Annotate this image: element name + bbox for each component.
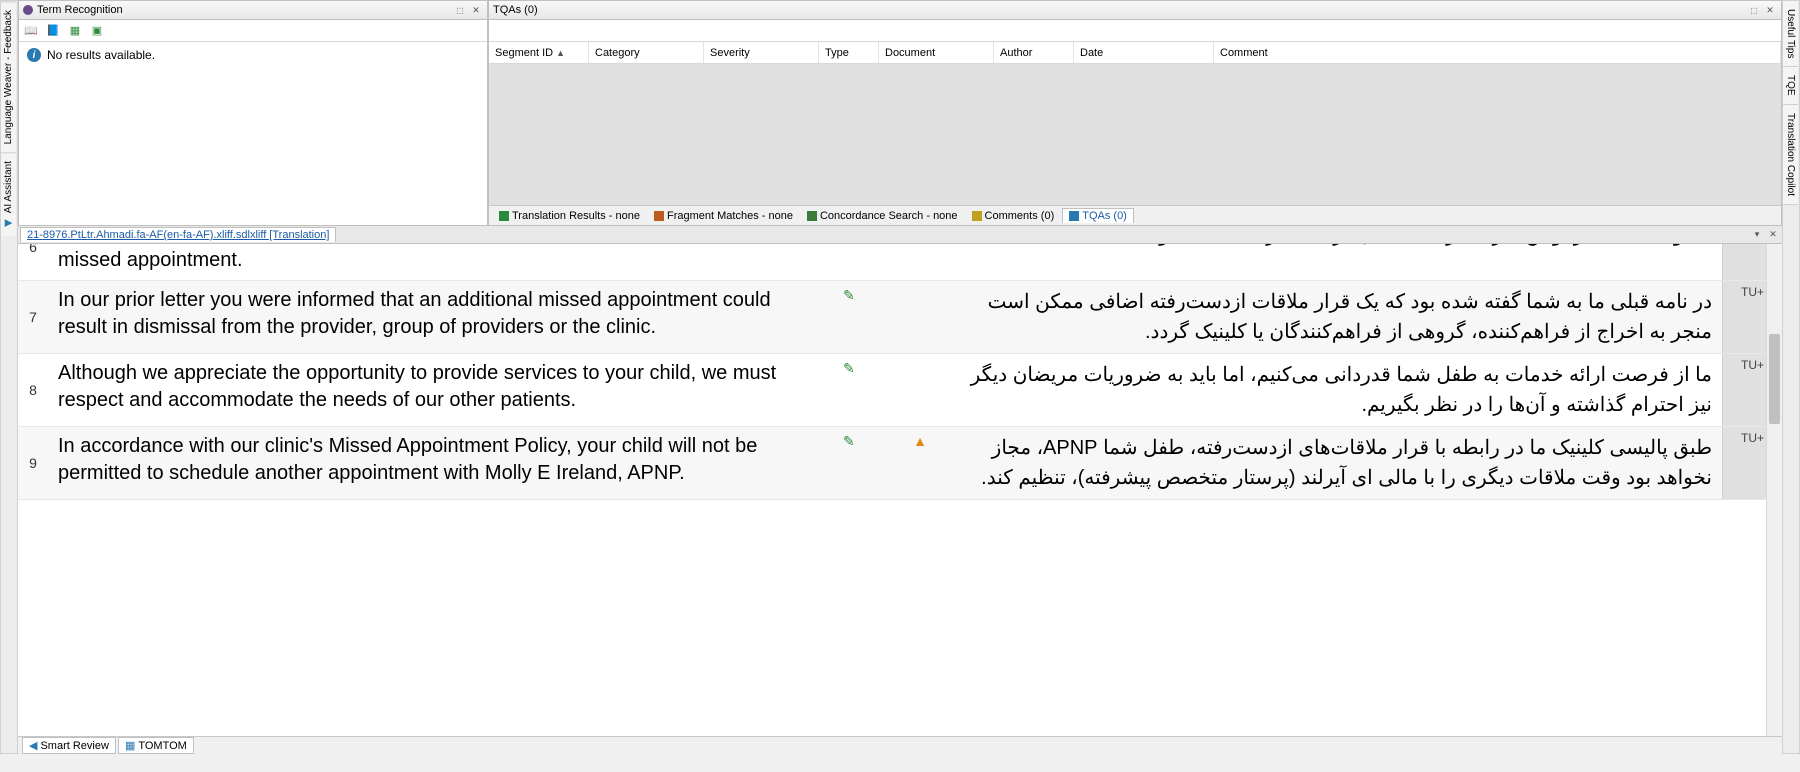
segment-status: ✎	[835, 281, 935, 353]
doc-close-icon[interactable]: ✕	[1766, 228, 1780, 242]
side-tab-ai-assistant[interactable]: ◀AI Assistant	[1, 152, 16, 236]
segment-number: 8	[18, 354, 48, 426]
tqa-panel-title: TQAs (0)	[493, 4, 1745, 16]
result-tab[interactable]: Translation Results - none	[493, 209, 646, 223]
tqa-grid-body[interactable]	[489, 64, 1781, 205]
tab-color-icon	[654, 211, 664, 221]
result-tab[interactable]: Comments (0)	[966, 209, 1061, 223]
pin-icon[interactable]	[1747, 3, 1761, 17]
segment-number: 9	[18, 427, 48, 499]
col-date[interactable]: Date	[1074, 42, 1214, 63]
segment-target[interactable]: مکتوبی که بعد از اولین غیرحاضری طفل‌تان …	[935, 244, 1722, 280]
term-panel-title: Term Recognition	[37, 4, 451, 16]
segment-number: 7	[18, 281, 48, 353]
term-toolbar: 📖 📘 ▦ ▣	[19, 20, 487, 42]
result-tab[interactable]: Fragment Matches - none	[648, 209, 799, 223]
segment-target[interactable]: ما از فرصت ارائه خدمات به طفل شما قدردان…	[935, 354, 1722, 426]
editor-grid[interactable]: 6Appointment Policy was included in the …	[18, 244, 1782, 736]
result-tab[interactable]: Concordance Search - none	[801, 209, 964, 223]
segment-source[interactable]: Although we appreciate the opportunity t…	[48, 354, 835, 426]
col-comment[interactable]: Comment	[1214, 42, 1781, 63]
col-severity[interactable]: Severity	[704, 42, 819, 63]
segment-source[interactable]: In accordance with our clinic's Missed A…	[48, 427, 835, 499]
pencil-icon: ✎	[843, 287, 855, 304]
pencil-icon: ✎	[843, 360, 855, 377]
term-recognition-panel: Term Recognition 📖 📘 ▦ ▣ i No results av…	[18, 0, 488, 226]
close-icon[interactable]	[469, 3, 483, 17]
right-side-strip: Useful Tips TQE Translation Copilot	[1782, 0, 1800, 754]
info-icon: i	[27, 48, 41, 62]
side-tab-language-weaver[interactable]: Language Weaver - Feedback	[1, 1, 16, 152]
segment-number: 6	[18, 244, 48, 280]
bottom-tabs: ◀Smart Review▦TOMTOM	[18, 736, 1782, 754]
side-tab-tqe[interactable]: TQE	[1783, 67, 1798, 105]
toolbar-icon-1[interactable]: 📖	[23, 23, 39, 39]
segment-row[interactable]: 8Although we appreciate the opportunity …	[18, 354, 1782, 427]
segment-status	[835, 244, 935, 280]
scroll-thumb[interactable]	[1769, 334, 1780, 424]
tqa-grid-header: Segment ID▲ Category Severity Type Docum…	[489, 42, 1781, 64]
tab-color-icon	[807, 211, 817, 221]
doc-menu-icon[interactable]: ▾	[1750, 228, 1764, 242]
close-icon[interactable]	[1763, 3, 1777, 17]
col-document[interactable]: Document	[879, 42, 994, 63]
segment-source[interactable]: Appointment Policy was included in the l…	[48, 244, 835, 280]
vertical-scrollbar[interactable]	[1766, 244, 1782, 736]
segment-row[interactable]: 6Appointment Policy was included in the …	[18, 244, 1782, 281]
col-category[interactable]: Category	[589, 42, 704, 63]
toolbar-icon-2[interactable]: 📘	[45, 23, 61, 39]
document-tab[interactable]: 21-8976.PtLtr.Ahmadi.fa-AF(en-fa-AF).xli…	[20, 227, 336, 242]
tab-color-icon	[499, 211, 509, 221]
result-tab[interactable]: TQAs (0)	[1062, 208, 1134, 223]
col-type[interactable]: Type	[819, 42, 879, 63]
segment-status: ✎	[835, 354, 935, 426]
toolbar-icon-3[interactable]: ▦	[67, 23, 83, 39]
side-tab-useful-tips[interactable]: Useful Tips	[1783, 1, 1798, 67]
pencil-icon: ✎	[843, 433, 855, 450]
tqa-panel: TQAs (0) Segment ID▲ Category Severity T…	[488, 0, 1782, 226]
segment-status: ✎▲	[835, 427, 935, 499]
bottom-tab-icon: ◀	[29, 739, 37, 752]
side-tab-translation-copilot[interactable]: Translation Copilot	[1783, 105, 1798, 205]
toolbar-icon-4[interactable]: ▣	[89, 23, 105, 39]
left-side-strip: Language Weaver - Feedback ◀AI Assistant	[0, 0, 18, 754]
segment-source[interactable]: In our prior letter you were informed th…	[48, 281, 835, 353]
bottom-tab-icon: ▦	[125, 739, 135, 752]
no-results-text: No results available.	[47, 48, 155, 62]
tab-color-icon	[1069, 211, 1079, 221]
result-tabs: Translation Results - noneFragment Match…	[489, 205, 1781, 225]
segment-row[interactable]: 9In accordance with our clinic's Missed …	[18, 427, 1782, 500]
col-segment-id[interactable]: Segment ID▲	[489, 42, 589, 63]
bottom-tab[interactable]: ▦TOMTOM	[118, 737, 194, 754]
col-author[interactable]: Author	[994, 42, 1074, 63]
tab-color-icon	[972, 211, 982, 221]
document-tab-bar: 21-8976.PtLtr.Ahmadi.fa-AF(en-fa-AF).xli…	[18, 226, 1782, 244]
warning-icon: ▲	[913, 433, 927, 449]
pin-icon[interactable]	[453, 3, 467, 17]
segment-row[interactable]: 7In our prior letter you were informed t…	[18, 281, 1782, 354]
bottom-tab[interactable]: ◀Smart Review	[22, 737, 116, 754]
segment-target[interactable]: طبق پالیسی کلینیک ما در رابطه با قرار مل…	[935, 427, 1722, 499]
segment-target[interactable]: در نامه قبلی ما به شما گفته شده بود که ی…	[935, 281, 1722, 353]
